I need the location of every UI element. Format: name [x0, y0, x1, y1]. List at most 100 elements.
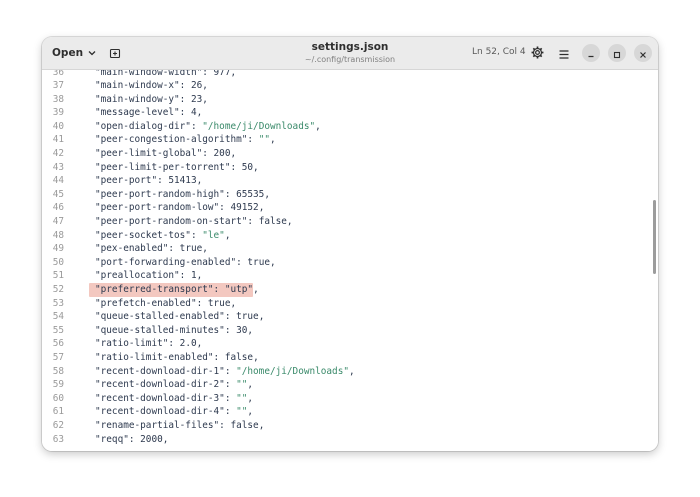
close-button[interactable] — [634, 44, 652, 62]
code-text: "main-window-width": 977, — [95, 70, 236, 79]
json-value: false — [230, 419, 259, 431]
code-line: 48 "peer-socket-tos": "le", — [42, 229, 658, 243]
code-line: 44 "peer-port": 51413, — [42, 174, 658, 188]
window-title: settings.json — [311, 41, 389, 53]
json-key: "peer-port": — [95, 175, 169, 187]
code-text: "peer-limit-global": 200, — [95, 148, 237, 160]
json-value: "" — [236, 392, 248, 404]
line-number: 55 — [52, 324, 64, 336]
json-key: "port-forwarding-enabled": — [95, 256, 248, 268]
json-key: "prefetch-enabled": — [95, 297, 208, 309]
json-value: "/home/ji/Downloads" — [202, 120, 316, 132]
new-tab-button[interactable] — [105, 43, 125, 63]
minimize-button[interactable] — [582, 44, 600, 62]
open-button-label: Open — [52, 47, 84, 59]
json-value: 65535 — [236, 188, 265, 200]
line-number: 59 — [52, 379, 64, 391]
code-text: "queue-stalled-enabled": true, — [95, 311, 265, 323]
json-key: "main-window-x": — [95, 80, 191, 92]
code-line: 38 "main-window-y": 23, — [42, 93, 658, 107]
code-line: 42 "peer-limit-global": 200, — [42, 147, 658, 161]
json-key: "queue-stalled-minutes": — [95, 324, 237, 336]
line-number: 36 — [52, 70, 64, 78]
line-number: 48 — [52, 229, 64, 241]
line-number: 56 — [52, 338, 64, 350]
cursor-position-button[interactable]: Ln 52, Col 4 — [472, 47, 526, 57]
json-key: "rename-partial-files": — [95, 419, 231, 431]
line-number: 47 — [52, 216, 64, 228]
maximize-button[interactable] — [608, 44, 626, 62]
json-value: "" — [236, 379, 248, 391]
line-number: 52 — [52, 284, 64, 295]
code-text: "peer-port-random-high": 65535, — [95, 188, 270, 200]
line-number: 54 — [52, 311, 64, 323]
code-text: "port-forwarding-enabled": true, — [95, 256, 276, 268]
code-line: 58 "recent-download-dir-1": "/home/ji/Dow… — [42, 365, 658, 379]
json-value: 200 — [213, 148, 231, 160]
code-text: "preferred-transport": "utp", — [95, 284, 259, 295]
code-text: "peer-socket-tos": "le", — [95, 229, 231, 241]
json-key: "ratio-limit": — [95, 338, 180, 350]
json-key: "pex-enabled": — [95, 243, 180, 255]
code-text: "open-dialog-dir": "/home/ji/Downloads", — [95, 120, 321, 132]
window-subtitle: ~/.config/transmission — [304, 55, 396, 64]
chevron-down-icon — [88, 50, 96, 56]
line-number: 43 — [52, 161, 64, 173]
json-value: "utp" — [224, 284, 254, 295]
code-text: "ratio-limit": 2.0, — [95, 338, 203, 350]
json-key: "message-level": — [95, 107, 191, 119]
json-key: "main-window-y": — [95, 93, 191, 105]
code-line: 45 "peer-port-random-high": 65535, — [42, 188, 658, 202]
code-line: 54 "queue-stalled-enabled": true, — [42, 310, 658, 324]
json-value: 2.0 — [179, 338, 197, 350]
code-line: 61 "recent-download-dir-4": "", — [42, 405, 658, 419]
code-line: 49 "pex-enabled": true, — [42, 242, 658, 256]
json-key: "peer-socket-tos": — [95, 229, 203, 241]
json-value: "/home/ji/Downloads" — [236, 365, 349, 377]
json-key: "recent-download-dir-1": — [95, 365, 237, 377]
json-key: "open-dialog-dir": — [95, 120, 203, 132]
main-menu-button[interactable] — [555, 44, 573, 62]
json-key: "queue-stalled-enabled": — [95, 311, 237, 323]
code-line: 57 "ratio-limit-enabled": false, — [42, 351, 658, 365]
text-editor-area[interactable]: 36 "main-window-width": 977, 37 "main-windo… — [42, 70, 658, 451]
line-number: 44 — [52, 175, 64, 187]
code-line: 63 "reqq": 2000, — [42, 433, 658, 447]
json-value: "" — [258, 134, 270, 146]
code-text: "recent-download-dir-1": "/home/ji/Downl… — [95, 365, 355, 377]
json-key: "peer-port-random-low": — [95, 202, 231, 214]
code-line: 55 "queue-stalled-minutes": 30, — [42, 324, 658, 338]
code-line: 40 "open-dialog-dir": "/home/ji/Downloads… — [42, 120, 658, 134]
json-key: "peer-limit-global": — [95, 148, 214, 160]
line-number: 63 — [52, 433, 64, 445]
code-text: "rename-partial-files": false, — [95, 419, 265, 431]
code-line: 52 "preferred-transport": "utp", — [42, 282, 658, 297]
json-value: 977 — [213, 70, 231, 78]
json-key: "ratio-limit-enabled": — [95, 351, 225, 363]
json-key: "reqq": — [95, 433, 141, 445]
code-text: "peer-congestion-algorithm": "", — [95, 134, 276, 146]
title-area: settings.json ~/.config/transmission — [250, 41, 450, 65]
header-bar: Open settings.json ~/.config/transmissio… — [42, 37, 658, 70]
line-number: 46 — [52, 202, 64, 214]
line-number: 39 — [52, 107, 64, 119]
code-text: "peer-port-random-on-start": false, — [95, 216, 293, 228]
open-button[interactable]: Open — [47, 42, 97, 64]
line-number: 61 — [52, 406, 64, 418]
code-text: "ratio-limit-enabled": false, — [95, 351, 259, 363]
code-text: "recent-download-dir-2": "", — [95, 379, 254, 391]
line-number: 58 — [52, 365, 64, 377]
json-value: true — [207, 297, 231, 309]
line-number: 60 — [52, 392, 64, 404]
code-line: 47 "peer-port-random-on-start": false, — [42, 215, 658, 229]
code-line: 50 "port-forwarding-enabled": true, — [42, 256, 658, 270]
json-key: "recent-download-dir-4": — [95, 406, 237, 418]
json-value: 26 — [190, 80, 203, 92]
code-line: 51 "preallocation": 1, — [42, 269, 658, 283]
json-value: false — [224, 351, 254, 363]
vertical-scrollbar[interactable] — [653, 200, 656, 274]
settings-button[interactable] — [528, 44, 546, 62]
line-number: 38 — [52, 93, 64, 105]
json-value: true — [236, 311, 259, 323]
code-line: 37 "main-window-x": 26, — [42, 79, 658, 93]
